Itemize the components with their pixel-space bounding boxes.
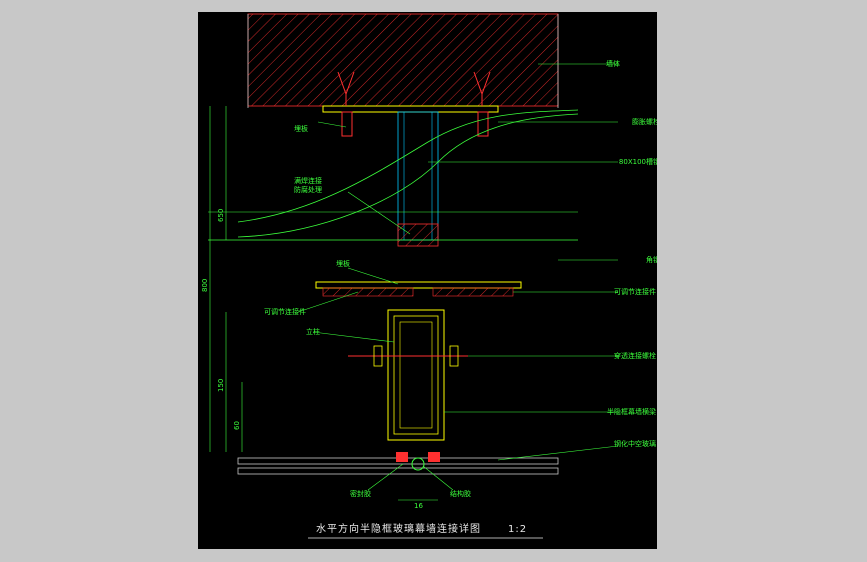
label-anticorrosion: 防腐处理	[294, 185, 322, 194]
label-adjustable-left: 可调节连接件	[264, 307, 306, 316]
dim-60: 60	[233, 421, 241, 430]
label-structural-glue: 结构胶	[450, 489, 471, 498]
label-glass: 钢化中空玻璃	[614, 439, 656, 448]
sealant-joint	[396, 452, 440, 471]
drawing-title-block: 水平方向半隐框玻璃幕墙连接详图 1:2	[308, 522, 543, 539]
label-plate-bottom: 埋板	[336, 259, 350, 268]
label-plate-top: 埋板	[294, 124, 308, 133]
dim-16: 16	[414, 502, 423, 510]
label-steel-channel: 80X100槽钢	[619, 157, 657, 166]
drawing-title: 水平方向半隐框玻璃幕墙连接详图	[316, 522, 481, 535]
concrete-wall	[247, 13, 559, 108]
label-weld: 满焊连接	[294, 176, 322, 185]
dim-800: 800	[201, 279, 209, 292]
cad-viewport[interactable]: 墙体 膨胀螺栓 80X100槽钢 埋板 满焊连接 防腐处理 角钢 埋板 可调节连…	[198, 12, 657, 549]
dim-650: 650	[217, 209, 225, 222]
bottom-embedded-plate	[315, 281, 522, 297]
dim-150: 150	[217, 379, 225, 392]
drawing-scale: 1:2	[508, 524, 527, 535]
break-lines	[208, 109, 579, 241]
top-embedded-plate	[322, 105, 499, 113]
detail-drawing: 墙体 膨胀螺栓 80X100槽钢 埋板 满焊连接 防腐处理 角钢 埋板 可调节连…	[201, 13, 657, 539]
label-beam: 半隐框幕墙横梁	[607, 407, 656, 416]
label-wall: 墙体	[606, 59, 620, 68]
weld-hatch	[397, 223, 439, 247]
through-bolt	[348, 345, 468, 367]
label-anchor-bolt: 膨胀螺栓	[632, 117, 657, 126]
dimension-text: 800 650 150 60 16	[201, 209, 423, 510]
leader-lines	[297, 63, 619, 491]
mullion	[387, 309, 445, 441]
label-steel-angle: 角钢	[646, 255, 657, 264]
label-through-bolt: 穿透连接螺栓	[614, 351, 656, 360]
label-adjustable-right: 可调节连接件	[614, 287, 656, 296]
labels: 墙体 膨胀螺栓 80X100槽钢 埋板 满焊连接 防腐处理 角钢 埋板 可调节连…	[264, 59, 657, 498]
label-mullion: 立柱	[306, 327, 320, 336]
steel-channel	[397, 111, 439, 241]
label-sealant: 密封胶	[350, 489, 371, 498]
